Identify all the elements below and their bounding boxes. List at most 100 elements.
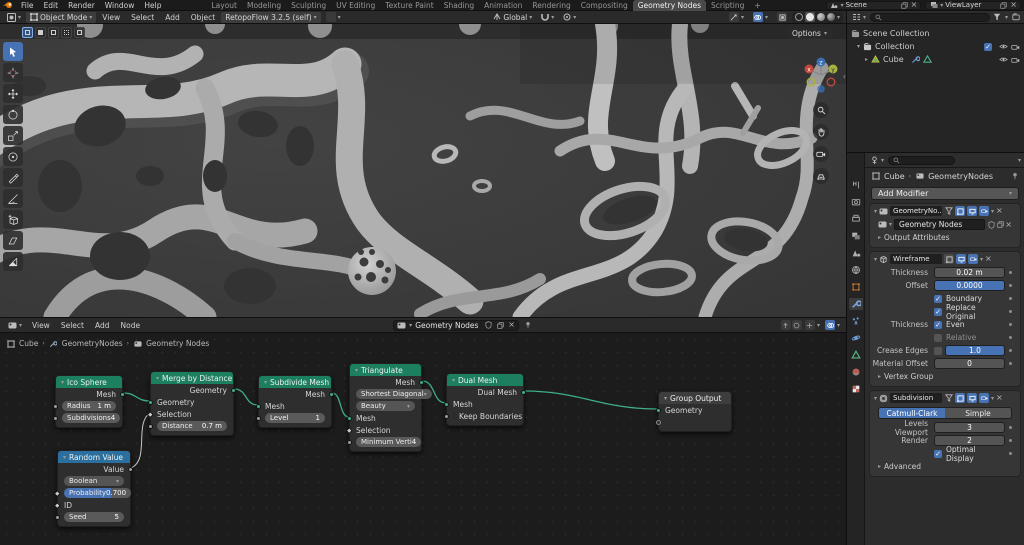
3d-viewport[interactable]: Options▾ z x y xyxy=(0,24,846,317)
tool-cursor[interactable] xyxy=(3,63,23,82)
socket-in-selection[interactable] xyxy=(147,411,153,417)
shading-solid-icon[interactable] xyxy=(806,13,814,21)
socket-in-keep-boundaries[interactable] xyxy=(444,414,449,419)
workspace-tab-sculpting[interactable]: Sculpting xyxy=(286,0,331,11)
offset-field[interactable]: 0.0000 xyxy=(934,280,1005,291)
outliner-row-scene-collection[interactable]: Scene Collection xyxy=(851,27,1020,40)
breadcrumb-modifier[interactable]: GeometryNodes xyxy=(928,172,993,181)
crease-edges-checkbox[interactable]: ✓ xyxy=(934,347,942,355)
socket-in-geometry[interactable] xyxy=(148,400,153,405)
socket-in-level[interactable] xyxy=(256,416,261,421)
unlink-icon[interactable]: × xyxy=(1005,221,1012,229)
keep-boundaries-checkbox[interactable] xyxy=(453,412,455,420)
socket-out-mesh[interactable] xyxy=(419,380,424,385)
menu-render[interactable]: Render xyxy=(63,1,100,10)
render-toggle[interactable] xyxy=(968,254,978,264)
expand-arrow[interactable]: ▾ xyxy=(874,256,877,263)
filter-dropdown[interactable]: ▾ xyxy=(1005,14,1008,21)
gizmos-toggle[interactable]: ▾ xyxy=(725,12,748,23)
vp-menu-object[interactable]: Object xyxy=(186,13,220,22)
pin-icon[interactable] xyxy=(1010,172,1019,181)
edit-mode-toggle[interactable] xyxy=(955,393,965,403)
node-dual-mesh[interactable]: ▾Dual Mesh Dual Mesh Mesh Keep Boundarie… xyxy=(446,373,524,426)
scene-selector[interactable]: ▾ Scene × xyxy=(826,1,922,10)
workspace-tab-texture-paint[interactable]: Texture Paint xyxy=(380,0,438,11)
modifier-remove[interactable]: × xyxy=(996,394,1003,402)
edit-mode-toggle[interactable] xyxy=(955,206,965,216)
tab-world[interactable] xyxy=(849,264,863,276)
node-merge-by-distance[interactable]: ▾Merge by Distance Geometry Geometry Sel… xyxy=(150,371,234,436)
navigation-gizmo[interactable]: z x y xyxy=(802,54,840,96)
level-field[interactable]: Level1 xyxy=(265,413,325,423)
socket-in-mesh[interactable] xyxy=(256,404,261,409)
shading-material-icon[interactable] xyxy=(817,13,825,21)
workspace-tab-compositing[interactable]: Compositing xyxy=(576,0,633,11)
editor-type-selector[interactable]: ▾ xyxy=(3,12,25,23)
options-dropdown[interactable]: Options▾ xyxy=(787,27,832,39)
tool-annotate[interactable] xyxy=(3,168,23,187)
relative-checkbox[interactable]: ✓ xyxy=(934,334,942,342)
realtime-toggle[interactable] xyxy=(967,206,977,216)
tool-rotate[interactable] xyxy=(3,105,23,124)
modifier-remove[interactable]: × xyxy=(996,207,1003,215)
copy-icon[interactable] xyxy=(996,220,1005,229)
crease-weight-slider[interactable]: 1.0 xyxy=(945,345,1005,356)
modifier-remove[interactable]: × xyxy=(985,255,992,263)
expand-arrow[interactable]: ▾ xyxy=(874,208,877,215)
modifier-extras-dropdown[interactable]: ▾ xyxy=(980,256,983,263)
hide-eye-icon[interactable] xyxy=(999,42,1008,51)
workspace-tab-add[interactable]: + xyxy=(749,0,765,11)
socket-in-id[interactable] xyxy=(54,502,60,508)
unlink-node-tree-icon[interactable]: × xyxy=(508,321,515,329)
workspace-tab-shading[interactable]: Shading xyxy=(439,0,479,11)
tool-shear[interactable] xyxy=(3,231,23,250)
menu-edit[interactable]: Edit xyxy=(39,1,64,10)
quad-method-dropdown[interactable]: Shortest Diagonal▾ xyxy=(356,389,432,399)
socket-in-probability[interactable] xyxy=(54,490,60,496)
socket-out-geometry[interactable] xyxy=(231,388,236,393)
seed-field[interactable]: Seed5 xyxy=(64,512,124,522)
collection-checkbox[interactable]: ✓ xyxy=(984,43,992,51)
socket-in-radius[interactable] xyxy=(53,404,58,409)
ngon-method-dropdown[interactable]: Beauty▾ xyxy=(356,401,415,411)
socket-in-virtual[interactable] xyxy=(656,420,661,425)
workspace-tab-geometry-nodes[interactable]: Geometry Nodes xyxy=(633,0,706,11)
toggle-perspective-button[interactable] xyxy=(813,168,829,184)
retopoflow-menu[interactable]: RetopoFlow 3.2.5 (self)▾ xyxy=(221,12,320,23)
workspace-tab-animation[interactable]: Animation xyxy=(479,0,527,11)
unlink-scene-icon[interactable]: × xyxy=(911,1,918,9)
socket-in-mesh[interactable] xyxy=(444,402,449,407)
tab-view-layer[interactable] xyxy=(849,230,863,242)
vp-menu-view[interactable]: View xyxy=(97,13,125,22)
realtime-toggle[interactable] xyxy=(956,254,966,264)
socket-in-seed[interactable] xyxy=(55,515,60,520)
properties-search[interactable] xyxy=(888,156,955,165)
select-mode-extend[interactable] xyxy=(35,27,46,38)
min-vertices-field[interactable]: Minimum Verti4 xyxy=(356,437,421,447)
transform-orientation[interactable]: Global▾ xyxy=(489,12,536,23)
fake-user-shield-icon[interactable] xyxy=(987,220,996,229)
node-triangulate[interactable]: ▾Triangulate Mesh Shortest Diagonal▾ Bea… xyxy=(349,363,422,452)
tab-modifiers[interactable] xyxy=(849,298,863,310)
modifier-header[interactable]: ▾ GeometryNo... ▾ × xyxy=(870,204,1020,218)
tab-material[interactable] xyxy=(849,366,863,378)
render-toggle[interactable] xyxy=(979,393,989,403)
realtime-toggle[interactable] xyxy=(967,393,977,403)
tab-simple[interactable]: Simple xyxy=(945,408,1011,418)
section-output-attributes[interactable]: ▸Output Attributes xyxy=(870,231,1020,244)
zoom-button[interactable] xyxy=(813,102,829,118)
tab-texture[interactable] xyxy=(849,383,863,395)
select-mode-intersect[interactable] xyxy=(74,27,85,38)
ne-menu-node[interactable]: Node xyxy=(116,321,146,330)
workspace-tab-modeling[interactable]: Modeling xyxy=(242,0,286,11)
modifier-name[interactable]: Subdivision xyxy=(890,393,942,403)
modifier-name[interactable]: Wireframe xyxy=(890,254,942,264)
levels-viewport-field[interactable]: 3 xyxy=(934,422,1005,433)
new-node-tree-icon[interactable] xyxy=(496,321,505,330)
new-collection-icon[interactable] xyxy=(1011,13,1020,22)
menu-help[interactable]: Help xyxy=(139,1,166,10)
new-viewlayer-icon[interactable] xyxy=(999,1,1008,10)
remove-viewlayer-icon[interactable]: × xyxy=(1010,1,1017,9)
tool-measure[interactable] xyxy=(3,189,23,208)
pin-icon[interactable] xyxy=(524,321,533,330)
